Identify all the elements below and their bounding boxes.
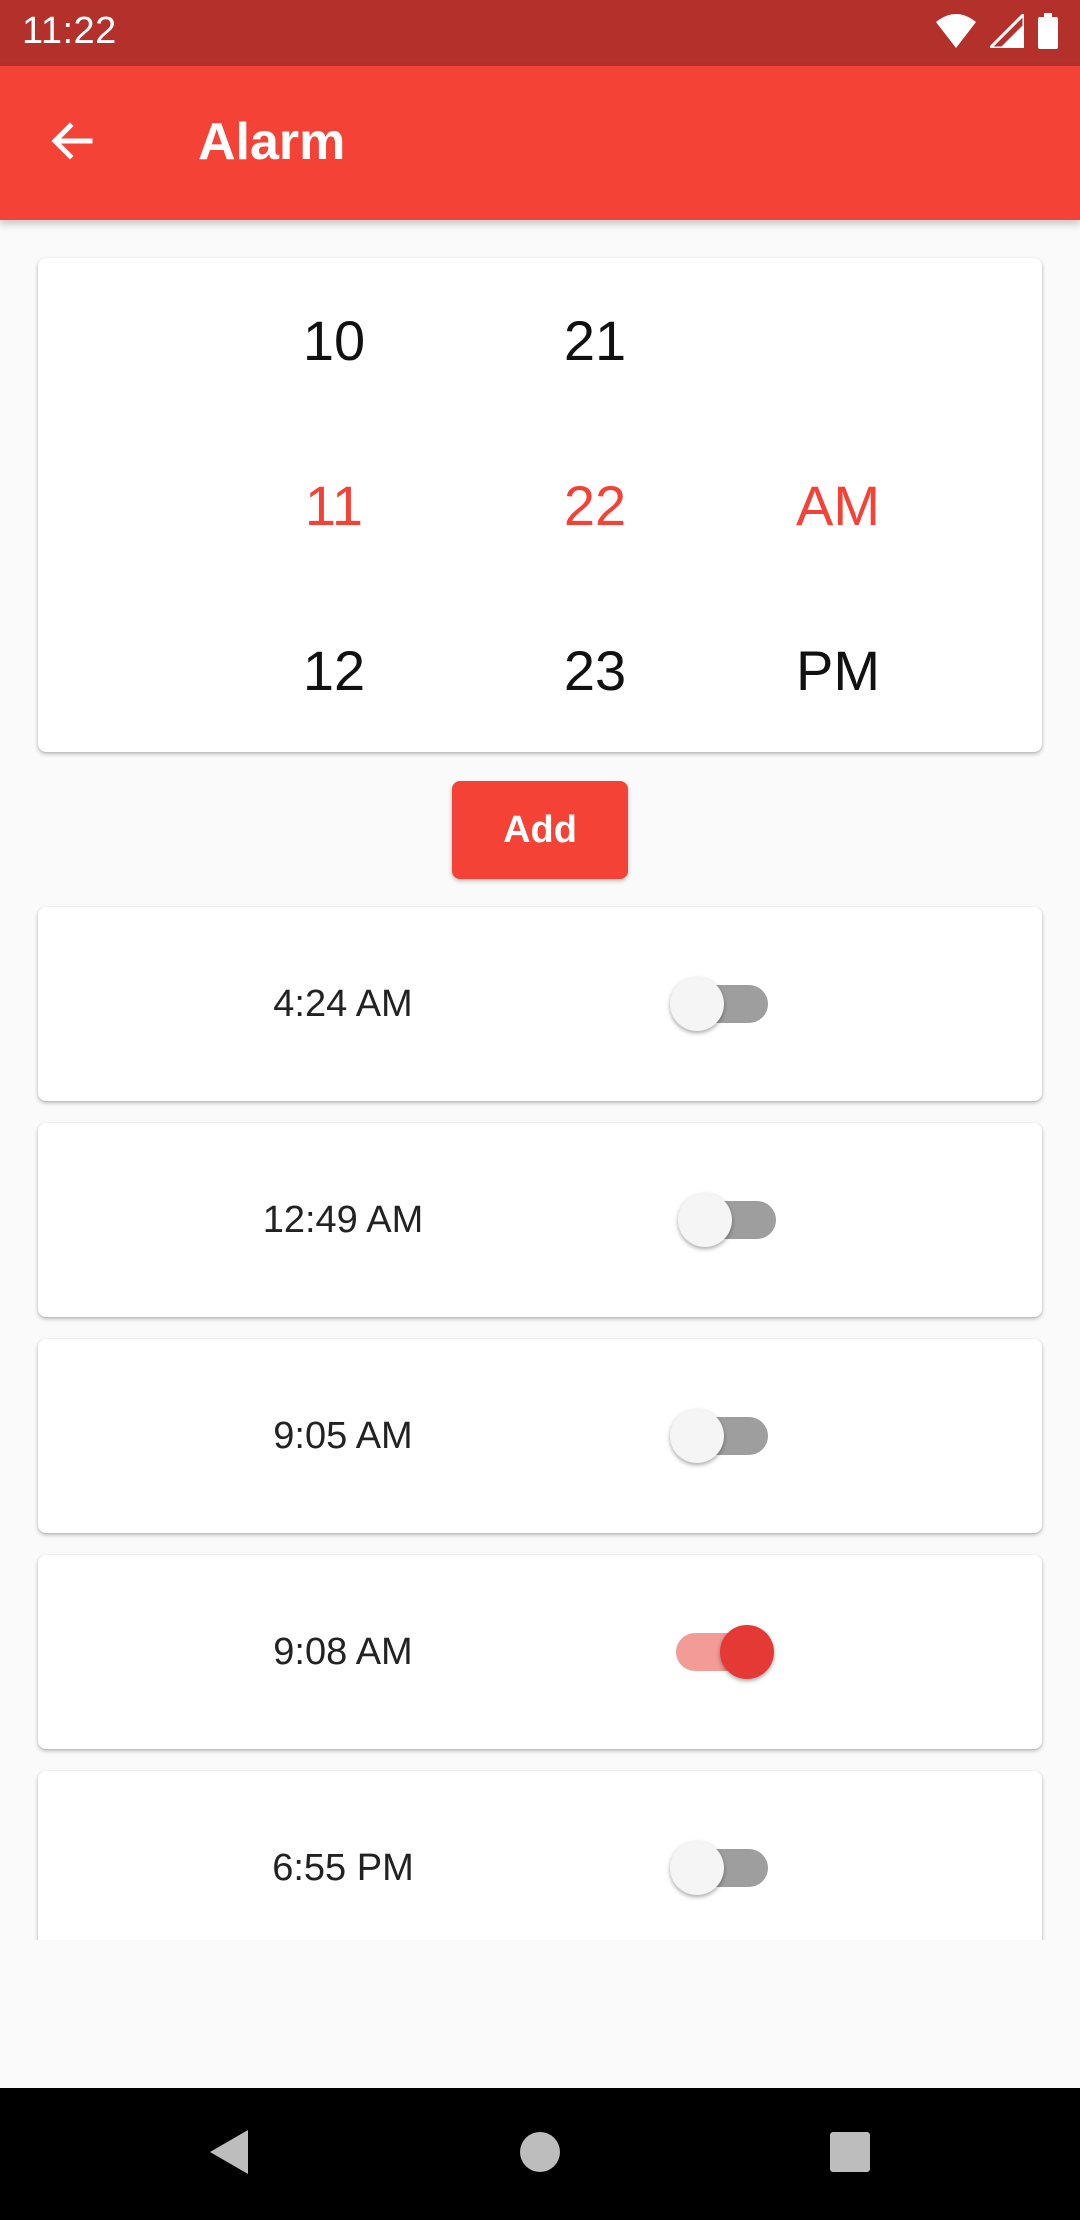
- alarm-item[interactable]: 9:08 AM: [38, 1555, 1042, 1749]
- recents-square-icon: [829, 2131, 871, 2178]
- alarm-item[interactable]: 4:24 AM: [38, 907, 1042, 1101]
- toggle-thumb: [670, 1841, 724, 1895]
- minute-option-selected[interactable]: 22: [495, 456, 695, 556]
- alarm-toggle[interactable]: [678, 1193, 788, 1247]
- status-bar: 11:22: [0, 0, 1080, 66]
- hour-wheel[interactable]: 10 11 12: [234, 258, 434, 752]
- navigation-bar: [0, 2088, 1080, 2220]
- nav-home-button[interactable]: [508, 2122, 572, 2186]
- alarm-time: 9:05 AM: [273, 1415, 413, 1457]
- battery-icon: [1038, 12, 1058, 54]
- alarm-toggle[interactable]: [670, 1409, 780, 1463]
- time-picker: 10 11 12 21 22 23 AM PM: [38, 258, 1042, 752]
- status-time: 11:22: [22, 10, 117, 52]
- app-bar: Alarm: [0, 66, 1080, 220]
- period-option[interactable]: PM: [738, 621, 938, 721]
- signal-icon: [986, 9, 1026, 53]
- toggle-thumb: [678, 1193, 732, 1247]
- alarm-time: 4:24 AM: [273, 983, 413, 1025]
- hour-option-selected[interactable]: 11: [234, 456, 434, 556]
- alarm-time: 6:55 PM: [272, 1847, 414, 1889]
- alarm-item[interactable]: 9:05 AM: [38, 1339, 1042, 1533]
- toggle-thumb: [670, 1409, 724, 1463]
- wifi-icon: [936, 13, 976, 53]
- toggle-thumb: [720, 1625, 774, 1679]
- alarm-time: 9:08 AM: [273, 1631, 413, 1673]
- minute-wheel[interactable]: 21 22 23: [495, 258, 695, 752]
- toggle-thumb: [670, 977, 724, 1031]
- alarm-toggle[interactable]: [670, 1841, 780, 1895]
- alarm-item[interactable]: 6:55 PM: [38, 1771, 1042, 1940]
- hour-option[interactable]: 12: [234, 621, 434, 721]
- period-wheel[interactable]: AM PM: [738, 258, 938, 752]
- alarm-toggle[interactable]: [670, 977, 780, 1031]
- back-button[interactable]: [40, 111, 104, 175]
- hour-option[interactable]: 10: [234, 291, 434, 391]
- status-icons: [936, 9, 1058, 54]
- period-option-selected[interactable]: AM: [738, 456, 938, 556]
- page-title: Alarm: [198, 113, 346, 171]
- nav-recents-button[interactable]: [818, 2122, 882, 2186]
- add-alarm-button[interactable]: Add: [452, 781, 628, 879]
- alarm-item[interactable]: 12:49 AM: [38, 1123, 1042, 1317]
- minute-option[interactable]: 23: [495, 621, 695, 721]
- alarm-list[interactable]: 4:24 AM 12:49 AM 9:05 AM 9:08 AM 6:55 PM: [0, 900, 1080, 1940]
- minute-option[interactable]: 21: [495, 291, 695, 391]
- alarm-toggle[interactable]: [664, 1625, 774, 1679]
- alarm-time: 12:49 AM: [262, 1199, 424, 1241]
- home-circle-icon: [518, 2130, 562, 2179]
- arrow-back-icon: [48, 117, 96, 170]
- back-triangle-icon: [206, 2128, 250, 2181]
- nav-back-button[interactable]: [196, 2122, 260, 2186]
